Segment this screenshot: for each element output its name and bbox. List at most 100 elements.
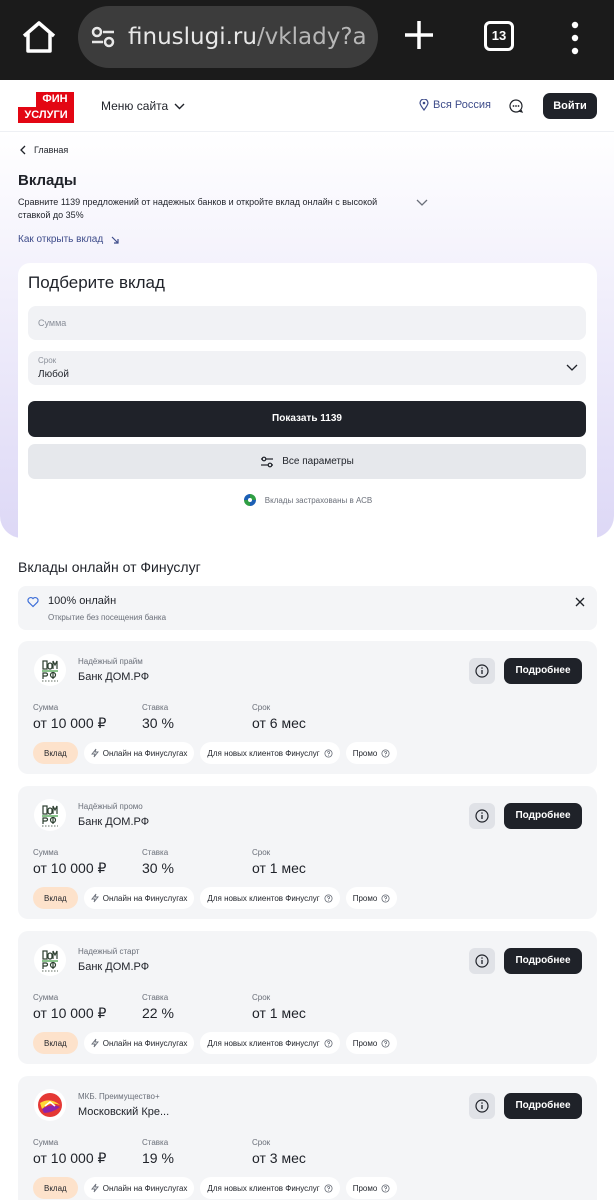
offer-tags: Вклад Онлайн на Финуслугах Для новых клиен… xyxy=(33,887,398,909)
show-results-button[interactable]: Показать 1139 xyxy=(28,401,586,437)
how-to-open-link[interactable]: Как открыть вклад xyxy=(18,234,119,245)
deposit-offer-card[interactable]: Надёжный промо Банк ДОМ.РФ Подробнее Сумма о… xyxy=(18,786,597,919)
sum-metric: Сумма от 10 000 ₽ xyxy=(33,703,106,732)
expand-chevron-icon[interactable] xyxy=(416,199,428,207)
info-icon xyxy=(475,809,489,823)
sum-label: Сумма xyxy=(33,993,59,1002)
home-icon[interactable] xyxy=(20,18,58,56)
chevron-left-icon xyxy=(20,145,26,155)
new-clients-tag[interactable]: Для новых клиентов Финуслуг xyxy=(200,887,340,909)
info-button[interactable] xyxy=(469,1093,495,1119)
sliders-icon xyxy=(261,456,274,467)
term-label: Срок xyxy=(252,1138,271,1147)
online-tag[interactable]: Онлайн на Финуслугах xyxy=(83,742,195,764)
details-button[interactable]: Подробнее xyxy=(504,658,582,684)
bank-logo xyxy=(34,799,66,831)
sum-metric: Сумма от 10 000 ₽ xyxy=(33,1138,106,1167)
product-name: МКБ. Преимущество+ xyxy=(78,1092,160,1101)
deposit-offer-card[interactable]: Надёжный прайм Банк ДОМ.РФ Подробнее Сумма о… xyxy=(18,641,597,774)
rate-label: Ставка xyxy=(142,848,169,857)
insurance-note: Вклады застрахованы в АСВ xyxy=(18,493,597,507)
tab-switcher-button[interactable]: 13 xyxy=(484,21,514,51)
new-clients-tag[interactable]: Для новых клиентов Финуслуг xyxy=(200,742,340,764)
promo-tag[interactable]: Промо xyxy=(345,1032,398,1054)
online-tag-label: Онлайн на Финуслугах xyxy=(102,748,188,758)
bank-name: Банк ДОМ.РФ xyxy=(78,816,150,828)
all-parameters-button[interactable]: Все параметры xyxy=(28,444,586,479)
promo-tag[interactable]: Промо xyxy=(345,742,398,764)
close-icon[interactable] xyxy=(575,597,585,607)
site-menu-button[interactable]: Меню сайта xyxy=(101,99,185,113)
lightning-icon xyxy=(90,893,99,903)
promo-tag-label: Промо xyxy=(352,748,378,758)
login-button[interactable]: Войти xyxy=(543,93,597,119)
deposit-offer-card[interactable]: Надежный старт Банк ДОМ.РФ Подробнее Сумма о… xyxy=(18,931,597,1064)
new-tab-icon[interactable] xyxy=(402,18,436,52)
online-tag[interactable]: Онлайн на Финуслугах xyxy=(83,1032,195,1054)
logo-bottom-text: УСЛУГИ xyxy=(18,107,74,123)
mkb-logo-icon xyxy=(38,1093,62,1117)
term-value: от 6 мес xyxy=(252,715,306,731)
sum-metric: Сумма от 10 000 ₽ xyxy=(33,848,106,877)
term-value: от 1 мес xyxy=(252,1005,306,1021)
question-icon xyxy=(381,893,390,903)
details-button[interactable]: Подробнее xyxy=(504,1093,582,1119)
info-icon xyxy=(475,664,489,678)
details-button[interactable]: Подробнее xyxy=(504,948,582,974)
info-button[interactable] xyxy=(469,948,495,974)
online-tag[interactable]: Онлайн на Финуслугах xyxy=(83,1177,195,1199)
sum-label: Сумма xyxy=(33,1138,59,1147)
rate-value: 30 % xyxy=(142,715,174,731)
new-clients-tag[interactable]: Для новых клиентов Финуслуг xyxy=(200,1177,340,1199)
term-label: Срок xyxy=(252,993,271,1002)
sum-metric: Сумма от 10 000 ₽ xyxy=(33,993,106,1022)
overflow-menu-icon[interactable] xyxy=(566,20,584,56)
info-button[interactable] xyxy=(469,803,495,829)
heart-icon xyxy=(27,596,39,608)
url-path: /vklady?a xyxy=(256,24,367,50)
term-select[interactable]: Срок Любой xyxy=(28,351,586,385)
sum-value: от 10 000 ₽ xyxy=(33,715,107,731)
filter-title: Подберите вклад xyxy=(28,273,165,292)
breadcrumb-home: Главная xyxy=(34,145,69,155)
all-parameters-label: Все параметры xyxy=(282,456,354,467)
online-tag-label: Онлайн на Финуслугах xyxy=(102,1183,188,1193)
sum-value: от 10 000 ₽ xyxy=(33,1150,107,1166)
address-bar[interactable]: finuslugi.ru/vklady?a xyxy=(78,6,378,68)
new-clients-tag[interactable]: Для новых клиентов Финуслуг xyxy=(200,1032,340,1054)
promo-tag[interactable]: Промо xyxy=(345,1177,398,1199)
promo-tag[interactable]: Промо xyxy=(345,887,398,909)
question-icon xyxy=(324,1038,333,1048)
info-button[interactable] xyxy=(469,658,495,684)
site-header: ФИН УСЛУГИ Меню сайта Вся Россия Войти xyxy=(0,80,614,132)
rate-value: 22 % xyxy=(142,1005,174,1021)
site-settings-icon[interactable] xyxy=(90,24,116,50)
url-text: finuslugi.ru/vklady?a xyxy=(128,24,367,50)
question-icon xyxy=(324,893,333,903)
lightning-icon xyxy=(90,1183,99,1193)
promo-tag-label: Промо xyxy=(352,1183,378,1193)
finuslugi-logo[interactable]: ФИН УСЛУГИ xyxy=(18,92,74,124)
rate-label: Ставка xyxy=(142,993,169,1002)
online-tag-label: Онлайн на Финуслугах xyxy=(102,1038,188,1048)
how-to-open-label: Как открыть вклад xyxy=(18,234,104,245)
chat-icon[interactable] xyxy=(508,98,524,114)
deposit-offer-card[interactable]: МКБ. Преимущество+ Московский Кре... Подро… xyxy=(18,1076,597,1200)
info-icon xyxy=(475,954,489,968)
question-icon xyxy=(381,1183,390,1193)
question-icon xyxy=(324,748,333,758)
new-clients-tag-label: Для новых клиентов Финуслуг xyxy=(207,748,320,758)
asv-logo-icon xyxy=(243,494,256,506)
sum-input[interactable]: Сумма xyxy=(28,306,586,340)
rate-metric: Ставка 30 % xyxy=(142,848,174,876)
online-tag[interactable]: Онлайн на Финуслугах xyxy=(83,887,195,909)
region-selector[interactable]: Вся Россия xyxy=(419,99,491,111)
offer-tags: Вклад Онлайн на Финуслугах Для новых клиен… xyxy=(33,1177,398,1199)
bank-name: Банк ДОМ.РФ xyxy=(78,961,150,973)
product-name: Надежный старт xyxy=(78,947,140,956)
breadcrumb[interactable]: Главная xyxy=(20,145,68,155)
bank-name: Московский Кре... xyxy=(78,1106,170,1118)
online-tag-label: Онлайн на Финуслугах xyxy=(102,893,188,903)
rate-value: 19 % xyxy=(142,1150,174,1166)
details-button[interactable]: Подробнее xyxy=(504,803,582,829)
